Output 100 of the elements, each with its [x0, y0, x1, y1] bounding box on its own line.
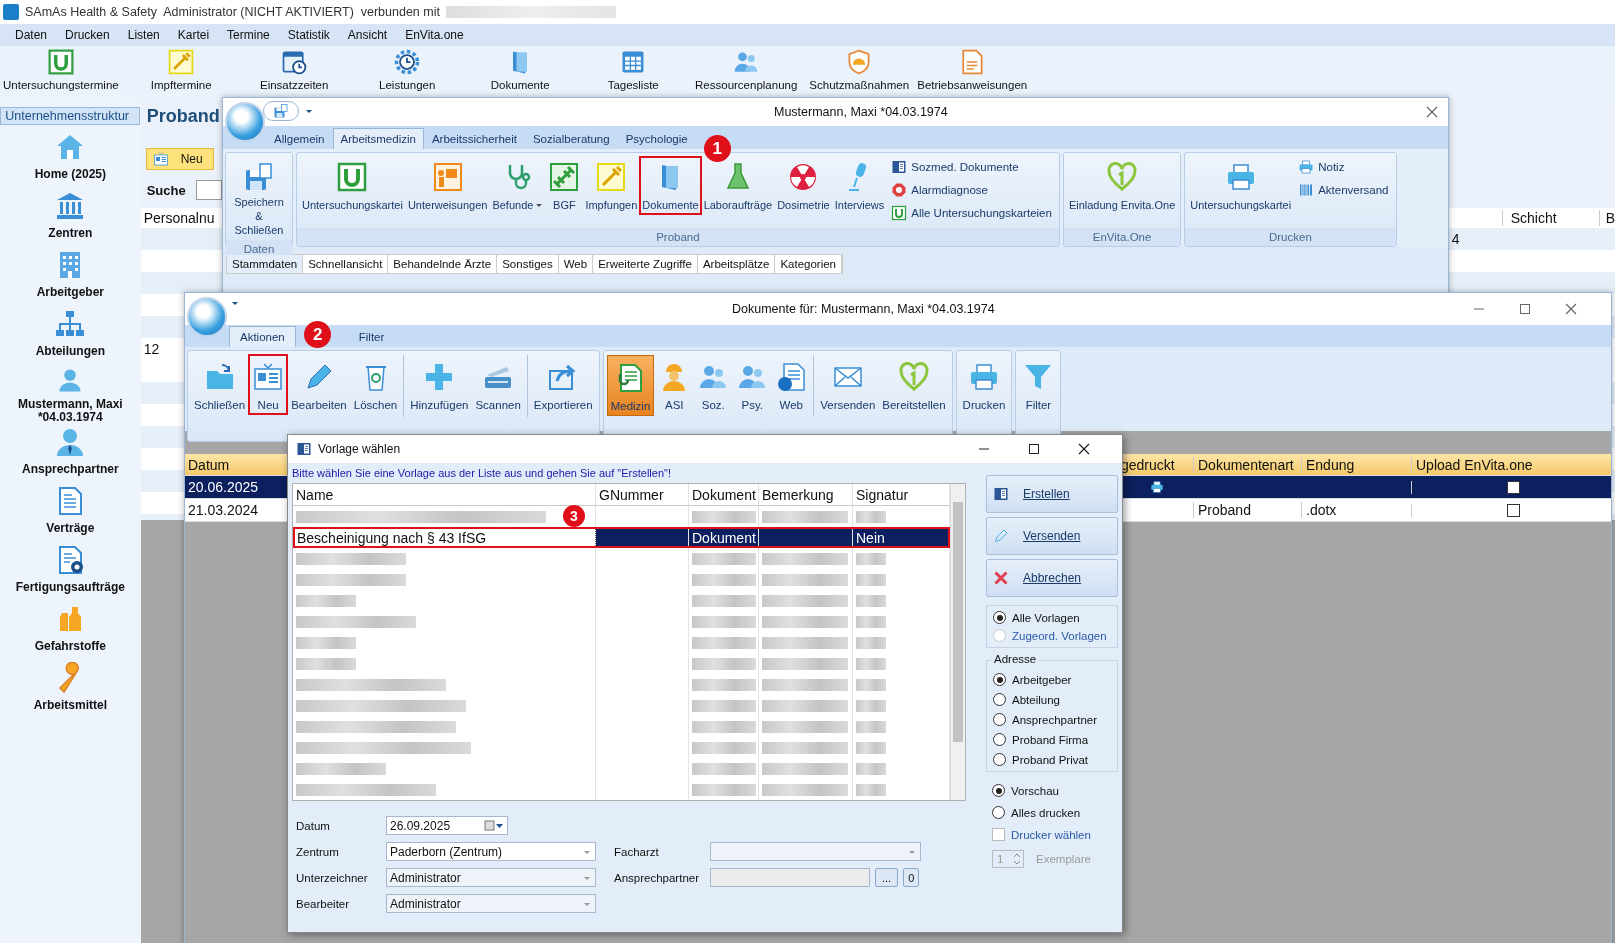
- checkbox[interactable]: [1507, 480, 1520, 494]
- toolbar-button[interactable]: Untersuchungstermine: [0, 46, 125, 91]
- ribbon-tab[interactable]: Filter: [347, 326, 396, 347]
- menu-item[interactable]: Kartei: [168, 28, 219, 42]
- sidebar-item[interactable]: Abteilungen: [35, 306, 105, 365]
- tab[interactable]: Sonstiges: [497, 255, 559, 273]
- ribbon-button[interactable]: Neu: [249, 355, 288, 414]
- ribbon-button[interactable]: Speichern & Schließen: [229, 157, 289, 240]
- ribbon-tab[interactable]: Aktionen: [229, 326, 296, 347]
- list-row[interactable]: Bescheinigung nach § 43 IfSG Dokument Nein: [293, 527, 950, 548]
- ribbon-button[interactable]: Versenden: [817, 355, 879, 414]
- ribbon-button[interactable]: Scannen: [472, 355, 524, 414]
- sidebar-item[interactable]: Ansprechpartner: [21, 424, 119, 483]
- sidebar-header[interactable]: Unternehmensstruktur: [0, 107, 141, 125]
- checkbox[interactable]: [1507, 503, 1520, 517]
- close-icon[interactable]: [1078, 443, 1090, 455]
- ribbon-button[interactable]: Sozmed. Dokumente: [891, 159, 1052, 175]
- radio-button[interactable]: [993, 753, 1006, 766]
- menu-item[interactable]: Daten: [6, 28, 57, 42]
- tab[interactable]: Schnellansicht: [303, 255, 389, 273]
- dialog-button[interactable]: Abbrechen: [986, 559, 1118, 597]
- tab[interactable]: Kategorien: [775, 255, 842, 273]
- toolbar-button[interactable]: Einsatzzeiten: [237, 46, 351, 91]
- toolbar-button[interactable]: Betriebsanweisungen: [915, 46, 1029, 91]
- sidebar-item[interactable]: Verträge: [46, 483, 95, 542]
- sidebar-item[interactable]: Home (2025): [34, 129, 106, 188]
- toolbar-button[interactable]: Schutzmaßnahmen: [802, 46, 916, 91]
- ribbon-button[interactable]: Drucken: [959, 355, 1009, 414]
- tab[interactable]: Web: [558, 255, 594, 273]
- date-field[interactable]: 26.09.2025: [386, 816, 508, 835]
- ribbon-button[interactable]: Alarmdiagnose: [891, 182, 1052, 198]
- ribbon-button[interactable]: BGF: [546, 157, 583, 214]
- ribbon-button[interactable]: Unterweisungen: [405, 157, 490, 214]
- toolbar-button[interactable]: Impftermine: [124, 46, 238, 91]
- ribbon-button[interactable]: Exportieren: [530, 355, 596, 414]
- toolbar-button[interactable]: Leistungen: [350, 46, 464, 91]
- dialog-button[interactable]: Erstellen: [986, 475, 1118, 513]
- ribbon-button[interactable]: Soz.: [694, 355, 733, 414]
- ribbon-button[interactable]: Impfungen: [583, 157, 640, 214]
- menu-item[interactable]: Listen: [118, 28, 169, 42]
- menu-item[interactable]: Ansicht: [338, 28, 397, 42]
- toolbar-button[interactable]: Tagesliste: [576, 46, 690, 91]
- ribbon-button[interactable]: Notiz: [1298, 159, 1389, 175]
- sidebar-item[interactable]: Arbeitgeber: [36, 247, 104, 306]
- ribbon-button[interactable]: ASI: [655, 355, 694, 414]
- tab[interactable]: Behandelnde Ärzte: [388, 255, 498, 273]
- column-header[interactable]: Endung: [1301, 456, 1411, 473]
- menu-item[interactable]: Drucken: [56, 28, 119, 42]
- radio-button[interactable]: [993, 733, 1006, 746]
- toolbar-button[interactable]: Dokumente: [463, 46, 577, 91]
- ribbon-button[interactable]: Untersuchungskartei: [1188, 157, 1294, 214]
- column-header[interactable]: Bemerkung: [759, 484, 853, 505]
- toolbar-button[interactable]: Ressourcenplanung: [689, 46, 803, 91]
- ribbon-button[interactable]: Psy.: [733, 355, 772, 414]
- sidebar-item[interactable]: Arbeitsmittel: [33, 660, 107, 719]
- ribbon-button[interactable]: Interviews: [832, 157, 887, 214]
- ribbon-button[interactable]: Hinzufügen: [407, 355, 472, 414]
- ribbon-button[interactable]: Medizin: [606, 355, 655, 416]
- column-header[interactable]: Upload EnVita.one: [1411, 456, 1611, 473]
- column-header[interactable]: B: [1598, 210, 1615, 226]
- sidebar-item[interactable]: Fertigungsaufträge: [15, 542, 125, 601]
- quick-save-button[interactable]: [263, 101, 299, 121]
- column-header[interactable]: Dokumentenart: [1193, 456, 1301, 473]
- sidebar-item[interactable]: Zentren: [48, 188, 93, 247]
- scrollbar[interactable]: [950, 484, 965, 800]
- tab[interactable]: Arbeitsplätze: [697, 255, 776, 273]
- ribbon-button[interactable]: Filter: [1019, 355, 1058, 414]
- new-button[interactable]: Neu: [145, 148, 214, 170]
- column-header[interactable]: Schicht: [1501, 210, 1599, 226]
- search-field[interactable]: [195, 180, 222, 200]
- column-header[interactable]: Dokument: [689, 484, 759, 505]
- checkbox[interactable]: [992, 828, 1005, 841]
- column-header[interactable]: Personalnu: [140, 210, 216, 226]
- tab[interactable]: Erweiterte Zugriffe: [593, 255, 698, 273]
- ribbon-button[interactable]: Untersuchungskartei: [300, 157, 405, 214]
- sidebar-item[interactable]: Gefahrstoffe: [34, 601, 106, 660]
- ribbon-button[interactable]: Bearbeiten: [288, 355, 350, 414]
- menu-item[interactable]: EnVita.one: [396, 28, 473, 42]
- column-header[interactable]: GNummer: [596, 484, 689, 505]
- ribbon-button[interactable]: Alle Untersuchungskarteien: [891, 205, 1052, 221]
- ribbon-button[interactable]: Löschen: [350, 355, 401, 414]
- maximize-icon[interactable]: [1028, 443, 1040, 455]
- radio-button[interactable]: [992, 806, 1005, 819]
- dropdown-field[interactable]: Paderborn (Zentrum): [386, 842, 596, 861]
- sidebar-item[interactable]: Mustermann, Maxi *04.03.1974: [0, 365, 141, 424]
- radio-button[interactable]: [993, 611, 1006, 624]
- dialog-button[interactable]: Versenden: [986, 517, 1118, 555]
- ribbon-button[interactable]: Einladung Envita.One: [1066, 157, 1178, 214]
- tab[interactable]: Stammdaten: [227, 255, 304, 273]
- ribbon-button[interactable]: Dokumente: [640, 157, 701, 214]
- menu-item[interactable]: Termine: [218, 28, 279, 42]
- ribbon-button[interactable]: Schließen: [191, 355, 249, 414]
- column-header[interactable]: Name: [293, 484, 596, 505]
- ribbon-button[interactable]: Web: [772, 355, 811, 414]
- menu-item[interactable]: Statistik: [278, 28, 339, 42]
- radio-button[interactable]: [993, 673, 1006, 686]
- radio-button[interactable]: [993, 693, 1006, 706]
- ribbon-button[interactable]: Befunde: [490, 157, 546, 214]
- radio-button[interactable]: [992, 784, 1005, 797]
- radio-button[interactable]: [993, 713, 1006, 726]
